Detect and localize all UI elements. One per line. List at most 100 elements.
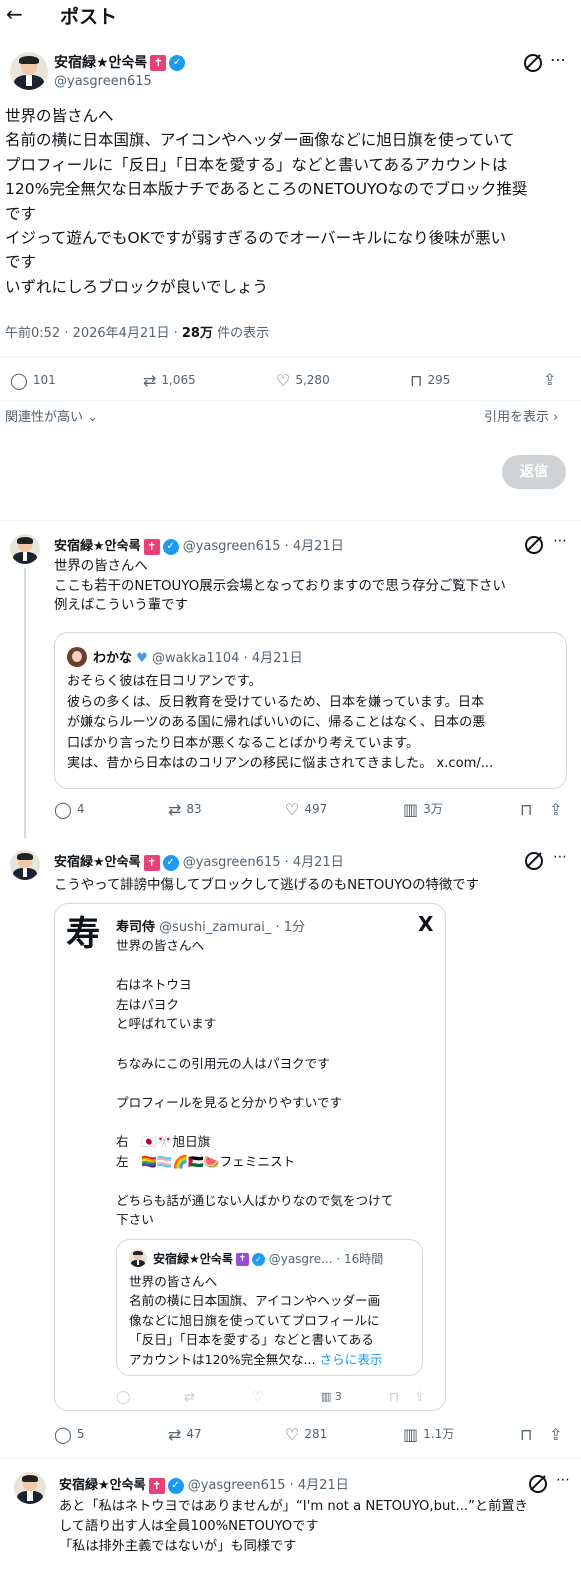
badge-icon: ✝ [143, 854, 160, 871]
embedded-post[interactable]: 寿 寿司侍 @sushi_zamurai_ · 1分 X 世界の皆さんへ 右はネ… [54, 903, 446, 1411]
embed-text: 世界の皆さんへ 右はネトウヨ 左はパヨク と呼ばれています ちなみにこの引用元の… [116, 936, 393, 1230]
badge-icon: ✝ [143, 538, 160, 555]
avatar: 寿 [66, 914, 100, 954]
share-icon: ⇪ [414, 1390, 425, 1405]
share-icon: ⇪ [549, 800, 563, 819]
bookmark-icon: ⊓ [520, 800, 533, 819]
quote-line: おそらく彼は在日コリアンです。 [67, 674, 262, 689]
post-text: 世界の皆さんへ 名前の横に日本国旗、アイコンやヘッダー画像などに旭日旗を使ってい… [5, 104, 527, 299]
embed-views: 3 [334, 1390, 342, 1403]
like-button[interactable]: ♡ 281 [285, 1425, 327, 1444]
heart-icon: ♡ [276, 371, 291, 390]
chevron-right-icon: › [553, 410, 559, 425]
reply-meta: @yasgreen615 · 4月21日 [182, 855, 344, 870]
verified-icon: ✓ [162, 854, 179, 871]
chevron-down-icon: ⌄ [87, 410, 99, 425]
grok-icon[interactable] [524, 54, 542, 72]
post-line: です [5, 204, 37, 223]
quote-line: 口ばかり言ったり日本が悪くなることばかり考えています。 [67, 735, 420, 751]
quote-card[interactable]: わかな ♥ @wakka1104 · 4月21日 おそらく彼は在日コリアンです。… [54, 632, 567, 789]
avatar[interactable] [10, 534, 40, 564]
more-options-icon[interactable]: ⋯ [556, 1472, 570, 1488]
embed-line: 世界の皆さんへ [116, 938, 205, 953]
embed-meta: @sushi_zamurai_ · 1分 [159, 920, 306, 935]
inner-quote-line: アカウントは120%完全無欠な... [129, 1351, 316, 1367]
reply-button[interactable]: ◯ 5 [54, 1425, 85, 1444]
sort-dropdown[interactable]: 関連性が高い ⌄ [5, 406, 98, 425]
avatar[interactable] [10, 52, 48, 90]
handle: @yasgreen615 [54, 74, 152, 89]
author-row[interactable]: 安宿緑★안숙록 ✝ ✓ [54, 52, 186, 72]
view-count: 28万 [181, 326, 213, 341]
heart-icon: ♥ [132, 651, 148, 666]
bookmark-button[interactable]: ⊓ 295 [410, 371, 450, 390]
embed-line: 右はネトウヨ [116, 977, 192, 993]
more-options-icon[interactable]: ⋯ [553, 533, 567, 549]
reply-line: 例えばこういう輩です [54, 598, 188, 613]
reply-line: ここも若干のNETOUYO展示会場となっておりますので思う存分ご覧下さい [54, 578, 506, 594]
embed-line: と呼ばれています [116, 1016, 217, 1032]
verified-icon: ✓ [167, 1477, 184, 1494]
quote-line: 彼らの多くは、反日教育を受けているため、日本を嫌っています。日本 [67, 694, 485, 710]
heart-icon: ♡ [285, 800, 300, 819]
thread-line [24, 568, 26, 838]
display-name: 安宿緑★안숙록 [54, 539, 141, 554]
inner-quote-card[interactable]: 安宿緑★안숙록 ✝ ✓ @yasgre... · 16時間 世界の皆さんへ 名前の横… [116, 1239, 423, 1376]
repost-button[interactable]: ⇄ 1,065 [143, 371, 196, 390]
like-button[interactable]: ♡ 5,280 [276, 371, 330, 390]
avatar[interactable] [14, 1472, 46, 1504]
repost-button[interactable]: ⇄ 47 [168, 1425, 202, 1444]
reply-line: して語り出す人は全員100%NETOUYOです [59, 1519, 319, 1534]
reply-submit-button[interactable]: 返信 [502, 455, 566, 489]
share-button[interactable]: ⇪ [549, 1425, 567, 1444]
display-name: 安宿緑★안숙록 [153, 1252, 233, 1266]
embed-line: 左 🏳️‍🌈🏳️‍⚧️🌈🇵🇸🍉フェミニスト [116, 1153, 296, 1169]
grok-icon[interactable] [525, 852, 543, 870]
embed-line: どちらも話が通じない人ばかりなので気をつけて [116, 1192, 394, 1208]
reply-header[interactable]: 安宿緑★안숙록 ✝ ✓ @yasgreen615 · 4月21日 [54, 535, 344, 555]
share-button[interactable]: ⇪ [549, 800, 567, 819]
inner-quote-line: 世界の皆さんへ [129, 1274, 218, 1289]
like-button[interactable]: ♡ 497 [285, 800, 327, 819]
reply-icon: ◯ [116, 1390, 131, 1405]
post-line: 名前の横に日本国旗、アイコンやヘッダー画像などに旭日旗を使っていて [5, 131, 515, 150]
more-options-icon[interactable]: ⋯ [553, 849, 567, 865]
display-name: 安宿緑★안숙록 [54, 55, 148, 71]
more-options-icon[interactable]: ⋯ [550, 50, 566, 69]
inner-quote-line: 「反日」「日本を愛する」などと書いてある [129, 1332, 374, 1348]
badge-icon: ✝ [150, 55, 167, 71]
share-icon: ⇪ [543, 370, 557, 389]
post-time[interactable]: 午前0:52 · 2026年4月21日 · [5, 326, 182, 341]
back-button[interactable]: ← [6, 2, 30, 26]
bookmark-button[interactable]: ⊓ [520, 800, 537, 819]
x-logo-icon: X [418, 912, 434, 936]
views-button[interactable]: ▥ 1.1万 [403, 1425, 454, 1444]
display-name: 安宿緑★안숙록 [54, 855, 141, 870]
chart-icon: ▥ [403, 1425, 419, 1444]
grok-icon[interactable] [525, 536, 543, 554]
quote-meta: @wakka1104 · 4月21日 [151, 651, 303, 666]
embed-line: プロフィールを見ると分かりやすいです [116, 1094, 343, 1110]
reply-button[interactable]: ◯ 4 [54, 800, 85, 819]
embed-line [116, 1112, 393, 1132]
view-quotes-link[interactable]: 引用を表示 › [484, 406, 558, 425]
avatar[interactable] [10, 850, 40, 880]
share-button[interactable]: ⇪ [543, 370, 561, 389]
views-button[interactable]: ▥ 3万 [403, 800, 443, 819]
post-line: です [5, 253, 37, 272]
views-label: 件の表示 [212, 326, 270, 341]
bookmark-button[interactable]: ⊓ [520, 1425, 537, 1444]
grok-icon[interactable] [529, 1475, 547, 1493]
chart-icon: ▥ [403, 800, 419, 819]
reply-button[interactable]: ◯ 101 [10, 371, 56, 390]
chart-icon: ▥ [321, 1390, 332, 1403]
embed-line: ちなみにこの引用元の人はパヨクです [116, 1055, 330, 1071]
reply-header[interactable]: 安宿緑★안숙록 ✝ ✓ @yasgreen615 · 4月21日 [59, 1474, 349, 1494]
avatar [129, 1249, 147, 1267]
repost-button[interactable]: ⇄ 83 [168, 800, 202, 819]
reply-text: 世界の皆さんへ ここも若干のNETOUYO展示会場となっておりますので思う存分ご… [54, 557, 506, 616]
reply-header[interactable]: 安宿緑★안숙록 ✝ ✓ @yasgreen615 · 4月21日 [54, 851, 344, 871]
show-more-link[interactable]: さらに表示 [320, 1352, 383, 1367]
embed-line [116, 956, 393, 976]
bookmark-icon: ⊓ [410, 371, 423, 390]
